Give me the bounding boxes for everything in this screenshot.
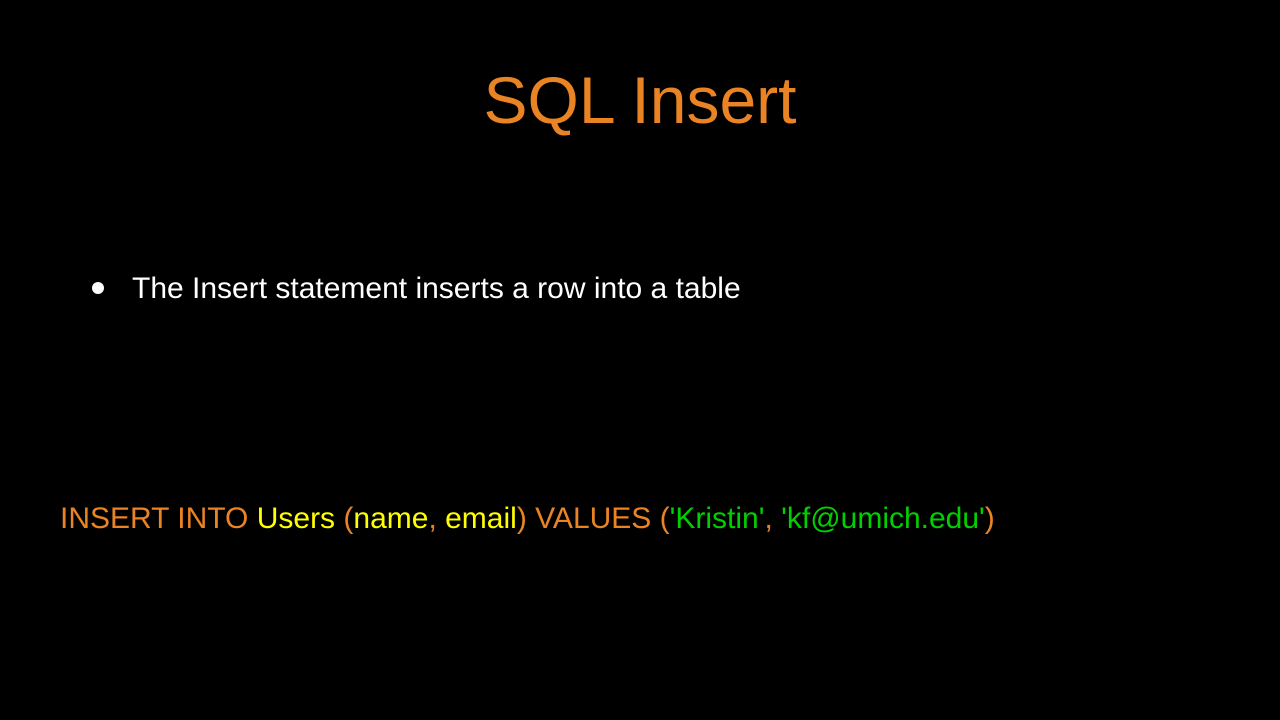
sql-column: email <box>445 502 517 535</box>
bullet-item: The Insert statement inserts a row into … <box>92 272 741 306</box>
slide: SQL Insert The Insert statement inserts … <box>0 0 1280 720</box>
sql-paren: ) <box>985 502 995 535</box>
sql-string: 'Kristin' <box>670 502 765 535</box>
sql-code: INSERT INTO Users (name, email) VALUES (… <box>60 502 995 536</box>
sql-paren: ( <box>343 502 353 535</box>
bullet-text: The Insert statement inserts a row into … <box>132 272 741 306</box>
sql-keyword: ) VALUES ( <box>517 502 670 535</box>
bullet-icon <box>92 282 104 294</box>
sql-comma: , <box>428 502 445 535</box>
sql-identifier: Users <box>257 502 344 535</box>
slide-title: SQL Insert <box>0 62 1280 138</box>
sql-keyword: INSERT INTO <box>60 502 257 535</box>
sql-comma: , <box>764 502 781 535</box>
sql-column: name <box>353 502 428 535</box>
sql-string: 'kf@umich.edu' <box>781 502 985 535</box>
